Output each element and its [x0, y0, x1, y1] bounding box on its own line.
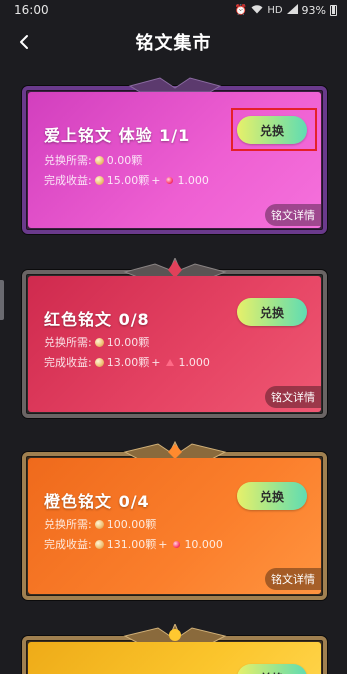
exchange-button[interactable]: 兑换 — [237, 482, 307, 510]
exchange-button[interactable]: 兑换 — [237, 298, 307, 326]
cost-line: 兑换所需: 0.00颗 — [44, 152, 142, 168]
wifi-icon — [251, 4, 263, 17]
alarm-icon: ⏰ — [234, 4, 248, 16]
inscription-card-yellow: 兑换 — [22, 622, 327, 674]
page-title: 铭文集市 — [135, 33, 212, 54]
status-icons: ⏰ HD 93% — [234, 3, 337, 17]
cost-label: 兑换所需: — [44, 518, 92, 531]
inscription-detail-button[interactable]: 铭文详情 — [265, 204, 321, 226]
income-coin-value: 15.00颗 — [106, 174, 150, 187]
cost-value: 100.00颗 — [106, 518, 157, 531]
income-line: 完成收益: 131.00颗 + 10.000 — [44, 536, 223, 552]
battery-percent: 93% — [301, 3, 326, 17]
gem-icon — [166, 358, 175, 366]
card-title: 红色铭文 0/8 — [44, 310, 150, 329]
coin-icon — [94, 155, 104, 165]
card-title: 橙色铭文 0/4 — [44, 492, 150, 511]
gem-icon — [173, 540, 181, 548]
back-button[interactable] — [12, 28, 36, 56]
income-gem-value: 1.000 — [177, 173, 209, 187]
income-line: 完成收益: 13.00颗 + 1.000 — [44, 354, 210, 370]
cost-line: 兑换所需: 10.00颗 — [44, 334, 149, 350]
highlight-box — [231, 108, 317, 151]
income-label: 完成收益: — [44, 538, 92, 551]
chevron-left-icon — [20, 35, 28, 49]
income-coin-value: 131.00颗 — [106, 538, 157, 551]
inscription-card-orange: 橙色铭文 0/4 兑换所需: 100.00颗 完成收益: 131.00颗 + 1… — [22, 440, 327, 600]
status-time: 16:00 — [14, 3, 49, 17]
income-label: 完成收益: — [44, 174, 92, 187]
coin-icon — [94, 337, 104, 347]
header: 铭文集市 — [0, 22, 347, 62]
cost-label: 兑换所需: — [44, 154, 92, 167]
income-label: 完成收益: — [44, 356, 92, 369]
status-bar: 16:00 ⏰ HD 93% — [0, 0, 347, 20]
cost-value: 0.00颗 — [106, 154, 143, 167]
signal-icon — [286, 3, 298, 17]
plus-sign: + — [158, 537, 168, 551]
exchange-button[interactable]: 兑换 — [237, 664, 307, 674]
battery-icon — [330, 4, 337, 16]
income-gem-value: 1.000 — [178, 355, 210, 369]
side-handle[interactable] — [0, 280, 4, 320]
plus-sign: + — [151, 173, 161, 187]
income-line: 完成收益: 15.00颗 + 1.000 — [44, 172, 209, 188]
cost-line: 兑换所需: 100.00颗 — [44, 516, 156, 532]
network-type-label: HD — [267, 4, 283, 16]
coin-icon — [94, 539, 104, 549]
income-coin-value: 13.00颗 — [106, 356, 150, 369]
plus-sign: + — [151, 355, 161, 369]
coin-icon — [94, 519, 104, 529]
gem-icon — [166, 176, 174, 184]
cost-label: 兑换所需: — [44, 336, 92, 349]
coin-icon — [94, 357, 104, 367]
inscription-detail-button[interactable]: 铭文详情 — [265, 386, 321, 408]
cost-value: 10.00颗 — [106, 336, 150, 349]
coin-icon — [94, 175, 104, 185]
inscription-card-red: 红色铭文 0/8 兑换所需: 10.00颗 完成收益: 13.00颗 + 1.0… — [22, 256, 327, 418]
inscription-detail-button[interactable]: 铭文详情 — [265, 568, 321, 590]
income-gem-value: 10.000 — [184, 537, 223, 551]
card-title: 爱上铭文 体验 1/1 — [44, 126, 191, 145]
